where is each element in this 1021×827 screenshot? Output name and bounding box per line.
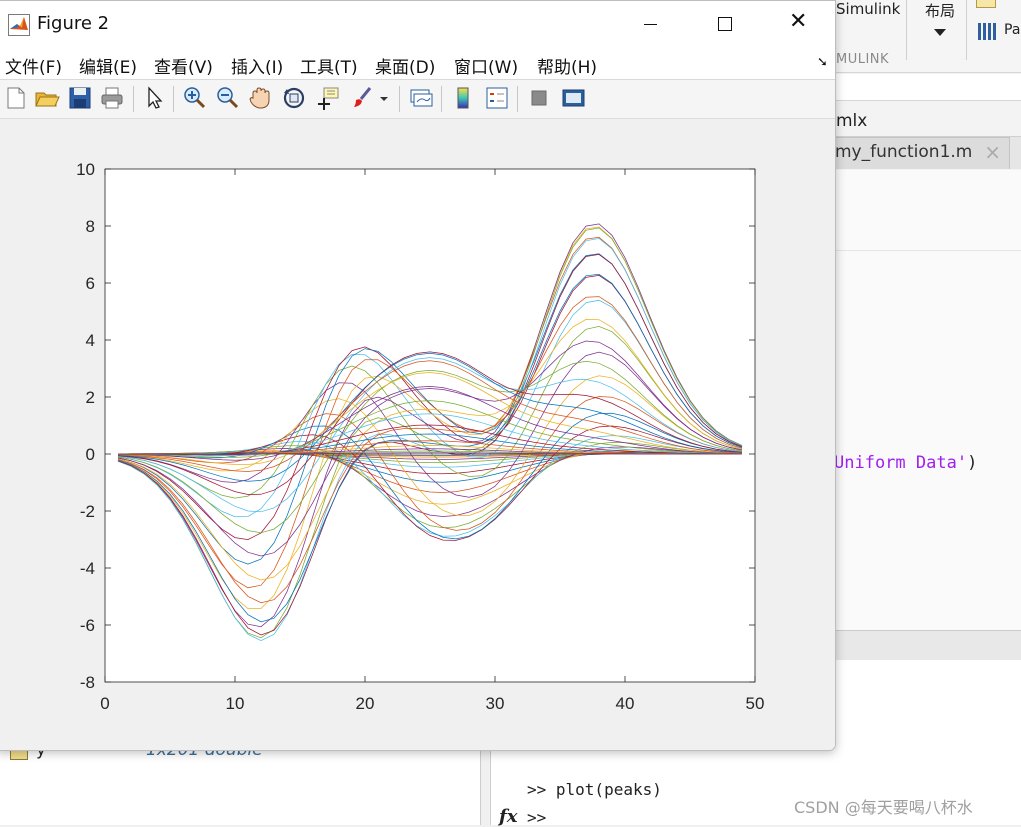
brush-dropdown-icon[interactable] [377,85,391,111]
folder-icon [976,0,996,8]
pan-hand-icon[interactable] [247,85,273,111]
show-plot-tools-icon[interactable] [560,85,586,111]
x-tick-label: 50 [746,694,765,713]
x-tick-label: 40 [616,694,635,713]
figure-window: Figure 2 ✕ 文件(F) 编辑(E) 查看(V) 插入(I) 工具(T)… [0,0,836,751]
ribbon-divider [906,0,907,60]
editor-tab[interactable]: my_function1.m × [826,137,1010,169]
ribbon-divider [966,0,967,60]
menu-insert[interactable]: 插入(I) [231,53,283,78]
toolbar-separator [173,86,174,112]
data-cursor-icon[interactable] [315,85,341,111]
code-paren: ) [967,453,978,473]
open-file-icon[interactable] [34,85,60,111]
toolbar-separator [399,86,400,112]
layout-button[interactable]: 布局 [920,0,960,44]
x-tick-label: 10 [226,694,245,713]
maximize-button[interactable] [690,1,760,47]
matlab-logo-icon [8,14,30,36]
zoom-out-icon[interactable] [214,85,240,111]
layout-label: 布局 [924,2,955,20]
zoom-in-icon[interactable] [181,85,207,111]
toolbar-separator [441,86,442,112]
menu-view[interactable]: 查看(V) [154,53,213,78]
command-prompt[interactable]: >> [527,808,546,827]
close-button[interactable]: ✕ [765,1,835,47]
code-string: Uniform Data' [834,453,968,473]
command-history-line: >> plot(peaks) [527,780,662,799]
pointer-icon[interactable] [141,85,167,111]
menu-tools[interactable]: 工具(T) [300,53,358,78]
menu-window[interactable]: 窗口(W) [454,53,518,78]
x-tick-label: 0 [100,694,109,713]
figure-toolbar [0,80,835,119]
x-tick-label: 30 [486,694,505,713]
menu-file[interactable]: 文件(F) [5,53,62,78]
rotate-3d-icon[interactable] [281,85,307,111]
y-tick-label: 10 [76,160,95,179]
y-tick-label: -6 [80,616,95,635]
colorbar-icon[interactable] [450,85,476,111]
print-icon[interactable] [99,85,125,111]
save-icon[interactable] [67,85,93,111]
brush-icon[interactable] [349,85,375,111]
parallel-icon[interactable] [976,20,998,42]
y-tick-label: 6 [86,274,95,293]
minimize-button[interactable] [615,1,685,47]
menu-desktop[interactable]: 桌面(D) [375,53,435,78]
close-icon: ✕ [789,9,808,34]
code-line: Uniform Data') [834,453,977,473]
y-tick-label: 8 [86,217,95,236]
editor-tab-label: my_function1.m [835,142,973,162]
current-file-name: mlx [836,111,868,131]
watermark: CSDN @每天要喝八杯水 [794,798,973,817]
title-bar[interactable]: Figure 2 ✕ [0,1,835,47]
window-title: Figure 2 [37,13,110,34]
simulink-button[interactable]: Simulink [836,0,900,18]
y-tick-label: -4 [80,559,95,578]
link-plot-icon[interactable] [408,85,434,111]
y-tick-label: -2 [80,502,95,521]
hide-plot-tools-icon[interactable] [526,85,552,111]
axes-background [105,169,755,682]
legend-icon[interactable] [484,85,510,111]
close-icon[interactable]: × [984,140,1001,164]
new-figure-icon[interactable] [3,85,29,111]
figure-canvas: 0 10 20 30 40 50 -8 -6 -4 -2 0 2 4 6 8 10 [0,119,835,750]
toolbar-separator [517,86,518,112]
fx-icon[interactable]: fx [499,806,517,827]
plot-axes[interactable]: 0 10 20 30 40 50 -8 -6 -4 -2 0 2 4 6 8 10 [0,119,835,750]
ribbon-section-label: MULINK [836,52,890,67]
y-tick-label: 0 [86,445,95,464]
x-tick-label: 20 [356,694,375,713]
menu-help[interactable]: 帮助(H) [537,53,597,78]
menu-edit[interactable]: 编辑(E) [79,53,137,78]
menu-bar: 文件(F) 编辑(E) 查看(V) 插入(I) 工具(T) 桌面(D) 窗口(W… [0,47,835,80]
maximize-icon [718,17,732,31]
y-tick-label: 4 [86,331,95,350]
chevron-down-icon [934,29,946,36]
toolbar-separator [133,86,134,112]
y-tick-label: 2 [86,388,95,407]
parallel-label[interactable]: Pa [1004,22,1020,38]
minimize-icon [644,24,657,25]
dock-arrow-icon[interactable]: ➘ [817,55,828,70]
y-tick-label: -8 [80,673,95,692]
